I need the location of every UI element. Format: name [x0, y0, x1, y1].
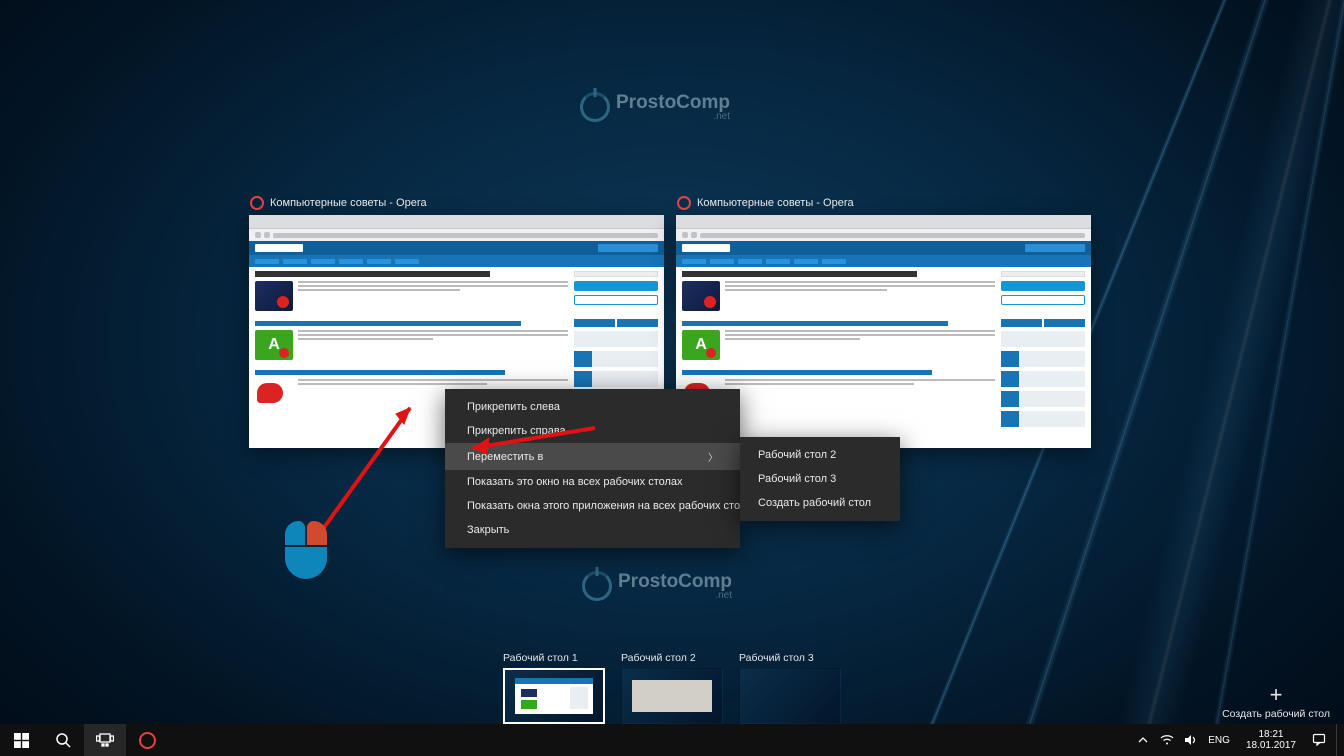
tray-chevron-up[interactable] — [1136, 736, 1150, 744]
ctx-show-app-all-desktops[interactable]: Показать окна этого приложения на всех р… — [445, 494, 740, 518]
ctx-close[interactable]: Закрыть — [445, 518, 740, 542]
chevron-up-icon — [1138, 736, 1148, 744]
thumb-1-title-row: Компьютерные советы - Opera — [249, 196, 664, 210]
tray-volume-icon[interactable] — [1184, 734, 1198, 746]
search-button[interactable] — [42, 724, 84, 756]
show-desktop-button[interactable] — [1336, 724, 1342, 756]
new-desktop-label: Создать рабочий стол — [1222, 708, 1330, 720]
new-desktop-button[interactable]: + Создать рабочий стол — [1222, 684, 1330, 720]
tray-date: 18.01.2017 — [1246, 740, 1296, 752]
context-submenu-move-to: Рабочий стол 2 Рабочий стол 3 Создать ра… — [740, 437, 900, 521]
thumb-2-title-row: Компьютерные советы - Opera — [676, 196, 1091, 210]
desktop-thumb-3[interactable]: Рабочий стол 3 — [739, 652, 841, 724]
opera-icon — [250, 196, 264, 210]
opera-icon — [677, 196, 691, 210]
windows-logo-icon — [14, 733, 29, 748]
submenu-desktop-3[interactable]: Рабочий стол 3 — [740, 467, 900, 491]
start-button[interactable] — [0, 724, 42, 756]
annotation-mouse-icon — [285, 521, 327, 579]
task-view-button[interactable] — [84, 724, 126, 756]
opera-icon — [139, 732, 156, 749]
virtual-desktops-strip: Рабочий стол 1 Рабочий стол 2 Рабочий ст… — [0, 646, 1344, 724]
desktop-thumb-2[interactable]: Рабочий стол 2 — [621, 652, 723, 724]
ctx-move-to[interactable]: Переместить в〉 — [445, 443, 740, 470]
context-menu: Прикрепить слева Прикрепить справа Перем… — [445, 389, 740, 548]
wifi-icon — [1160, 734, 1174, 746]
search-icon — [55, 732, 71, 748]
speaker-icon — [1184, 734, 1198, 746]
submenu-create-desktop[interactable]: Создать рабочий стол — [740, 491, 900, 515]
watermark-bottom: ProstoComp .net — [582, 571, 732, 601]
thumb-1-title: Компьютерные советы - Opera — [270, 197, 427, 209]
notification-icon — [1312, 733, 1326, 747]
tray-clock[interactable]: 18:21 18.01.2017 — [1240, 729, 1302, 752]
taskbar: ENG 18:21 18.01.2017 — [0, 724, 1344, 756]
plus-icon: + — [1222, 684, 1330, 706]
task-view-icon — [96, 733, 114, 747]
tray-language[interactable]: ENG — [1208, 735, 1230, 746]
watermark-suffix: .net — [616, 112, 730, 122]
taskbar-app-opera[interactable] — [126, 724, 168, 756]
ctx-show-window-all-desktops[interactable]: Показать это окно на всех рабочих столах — [445, 470, 740, 494]
thumb-2-title: Компьютерные советы - Opera — [697, 197, 854, 209]
chevron-right-icon: 〉 — [708, 449, 718, 464]
ctx-snap-left[interactable]: Прикрепить слева — [445, 395, 740, 419]
tray-network-icon[interactable] — [1160, 734, 1174, 746]
desktop-thumb-1[interactable]: Рабочий стол 1 — [503, 652, 605, 724]
ctx-snap-right[interactable]: Прикрепить справа — [445, 419, 740, 443]
tray-action-center[interactable] — [1312, 733, 1326, 747]
watermark-top: ProstoComp .net — [580, 92, 730, 122]
tray-time: 18:21 — [1246, 729, 1296, 741]
watermark-brand: ProstoComp — [616, 93, 730, 112]
submenu-desktop-2[interactable]: Рабочий стол 2 — [740, 443, 900, 467]
